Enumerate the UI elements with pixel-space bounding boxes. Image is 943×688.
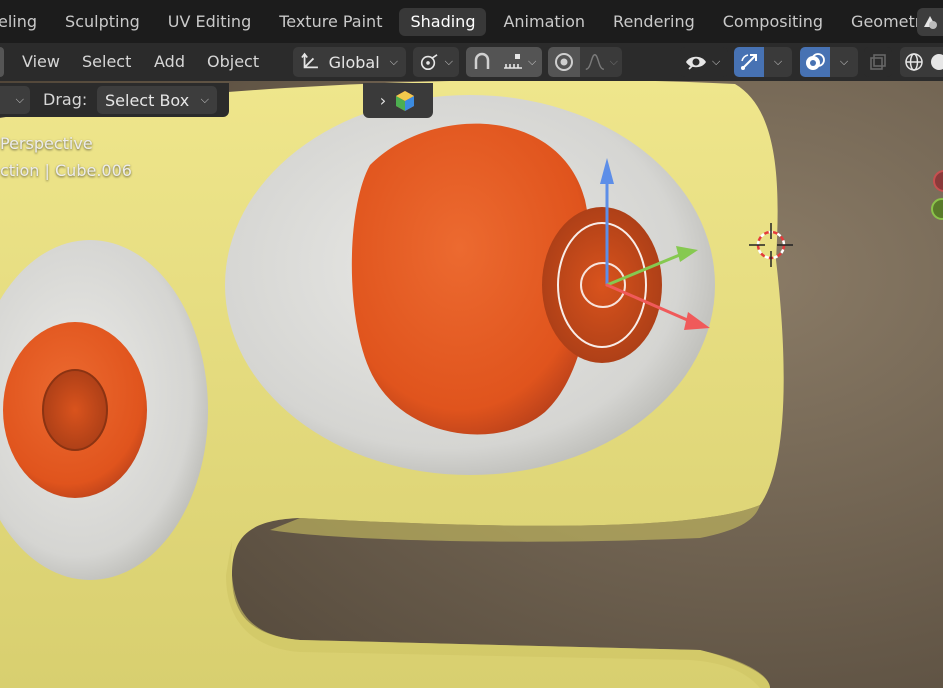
menu-view[interactable]: View — [22, 43, 60, 81]
tab-shading[interactable]: Shading — [399, 7, 487, 36]
chevron-down-icon: ⌵ — [389, 55, 398, 68]
view-name-label: Perspective — [0, 134, 93, 153]
wireframe-shading-icon — [905, 53, 923, 71]
visibility-eye-icon — [686, 56, 706, 70]
xray-icon — [870, 54, 886, 70]
gizmo-toggle[interactable] — [734, 47, 764, 77]
tab-rendering[interactable]: Rendering — [602, 8, 706, 36]
editor-type-button[interactable] — [0, 47, 4, 77]
proportional-edit-icon — [555, 53, 573, 71]
chevron-down-icon: ⌵ — [773, 55, 783, 68]
tab-modeling[interactable]: eling — [0, 8, 48, 36]
falloff-curve-icon — [585, 54, 605, 70]
tab-compositing[interactable]: Compositing — [712, 8, 834, 36]
proportional-editing-toggle[interactable] — [548, 47, 580, 77]
snap-icon — [474, 52, 490, 69]
scene-selector-button[interactable] — [917, 8, 943, 36]
chevron-down-icon: ⌵ — [444, 55, 453, 68]
menu-select[interactable]: Select — [82, 43, 131, 81]
tab-uv-editing[interactable]: UV Editing — [157, 8, 262, 36]
pivot-point-dropdown[interactable]: ⌵ — [413, 47, 459, 77]
snap-toggle[interactable] — [466, 47, 498, 77]
gizmo-options-dropdown[interactable]: ⌵ — [764, 47, 792, 77]
chevron-down-icon: ⌵ — [839, 55, 849, 68]
chevron-right-icon: › — [379, 91, 387, 110]
overlays-toggle[interactable] — [800, 47, 830, 77]
orientation-icon — [301, 52, 318, 69]
drag-label: Drag: — [43, 90, 88, 109]
drag-select-dropdown[interactable]: Select Box ⌵ — [97, 86, 217, 114]
scene-icon — [924, 16, 937, 29]
transform-orientation-dropdown[interactable]: Global ⌵ — [293, 47, 406, 77]
viewport-header: View Select Add Object Global ⌵ ⌵ ⌵ ⌵ ⌵ … — [0, 43, 943, 81]
selected-iris — [542, 207, 662, 363]
chevron-down-icon: ⌵ — [15, 93, 24, 106]
material-color-icon — [396, 90, 415, 111]
chevron-down-icon: ⌵ — [609, 55, 618, 68]
overlays-options-dropdown[interactable]: ⌵ — [830, 47, 858, 77]
snap-target-dropdown[interactable]: ⌵ — [498, 47, 542, 77]
wireframe-shading-button[interactable] — [900, 47, 928, 77]
material-preview-popover[interactable]: › — [363, 83, 433, 118]
object-context-label: ction | Cube.006 — [0, 161, 132, 180]
menu-add[interactable]: Add — [154, 43, 185, 81]
proportional-falloff-dropdown[interactable]: ⌵ — [580, 47, 622, 77]
menu-object[interactable]: Object — [207, 43, 259, 81]
snap-increment-icon — [504, 54, 522, 69]
tool-settings-strip: ⌵ Drag: Select Box ⌵ — [0, 83, 229, 117]
chevron-down-icon: ⌵ — [528, 55, 537, 68]
tab-animation[interactable]: Animation — [492, 8, 596, 36]
solid-shading-button[interactable] — [928, 47, 943, 77]
drag-select-value: Select Box — [105, 90, 190, 110]
solid-shading-icon — [930, 54, 943, 70]
chevron-down-icon: ⌵ — [200, 93, 209, 106]
xray-toggle[interactable] — [864, 47, 892, 77]
overlay-icon — [806, 53, 825, 70]
pivot-icon — [420, 54, 438, 71]
select-mode-dropdown[interactable]: ⌵ — [0, 86, 30, 114]
workspace-tabs-bar: eling Sculpting UV Editing Texture Paint… — [0, 0, 943, 43]
tab-sculpting[interactable]: Sculpting — [54, 8, 151, 36]
tab-texture-paint[interactable]: Texture Paint — [268, 8, 393, 36]
object-visibility-dropdown[interactable]: ⌵ — [680, 47, 728, 77]
orientation-label: Global — [328, 52, 380, 72]
chevron-down-icon: ⌵ — [712, 55, 721, 68]
gizmo-icon — [741, 54, 757, 70]
